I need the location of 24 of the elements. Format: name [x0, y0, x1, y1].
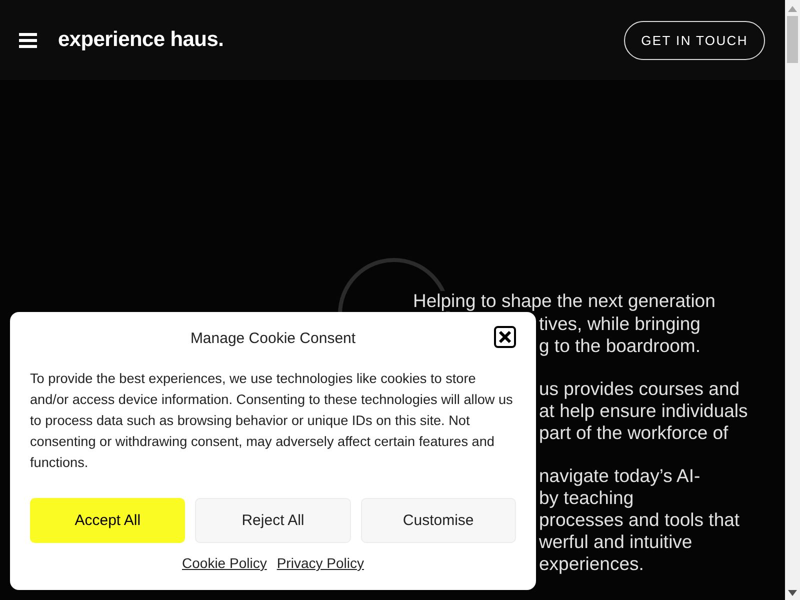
paragraph-line: processes and tools that: [539, 509, 741, 531]
paragraph-line: by teaching: [539, 487, 635, 509]
paragraph-line: us provides courses and: [539, 378, 741, 400]
consent-text: To provide the best experiences, we use technologies like cookies to store and/or access device information. Consenting to these technologies will allow us to process data such as browsing behavior or unique IDs on this site. Not consenting or withdrawing consent, may adversely affect certain features and functions.: [30, 370, 514, 472]
paragraph-line: tives, while bringing: [539, 313, 702, 335]
policy-link[interactable]: Privacy Policy: [276, 555, 364, 571]
paragraph-line: at help ensure individuals: [539, 400, 749, 422]
dialog-button[interactable]: Customise: [360, 498, 516, 543]
paragraph-line: experiences.: [539, 553, 645, 575]
dialog-title: Manage Cookie Consent: [190, 330, 356, 346]
scrollbar-thumb[interactable]: [787, 16, 798, 63]
scrollbar[interactable]: [785, 0, 800, 600]
paragraph-line: g to the boardroom.: [539, 335, 702, 357]
policy-link[interactable]: Cookie Policy: [182, 555, 267, 571]
accept-button[interactable]: Accept All: [30, 498, 186, 543]
dialog-button[interactable]: Reject All: [195, 498, 351, 543]
paragraph-line: part of the workforce of: [539, 422, 730, 444]
get-in-touch-button[interactable]: GET IN TOUCH: [624, 20, 765, 60]
menu-icon[interactable]: [19, 32, 37, 48]
close-icon[interactable]: [494, 326, 516, 348]
paragraph-line: navigate today’s AI-: [539, 465, 702, 487]
scroll-down-arrow-icon[interactable]: [788, 590, 797, 596]
brand-logo[interactable]: experience haus.: [58, 28, 224, 52]
paragraph-line: werful and intuitive: [539, 531, 694, 553]
